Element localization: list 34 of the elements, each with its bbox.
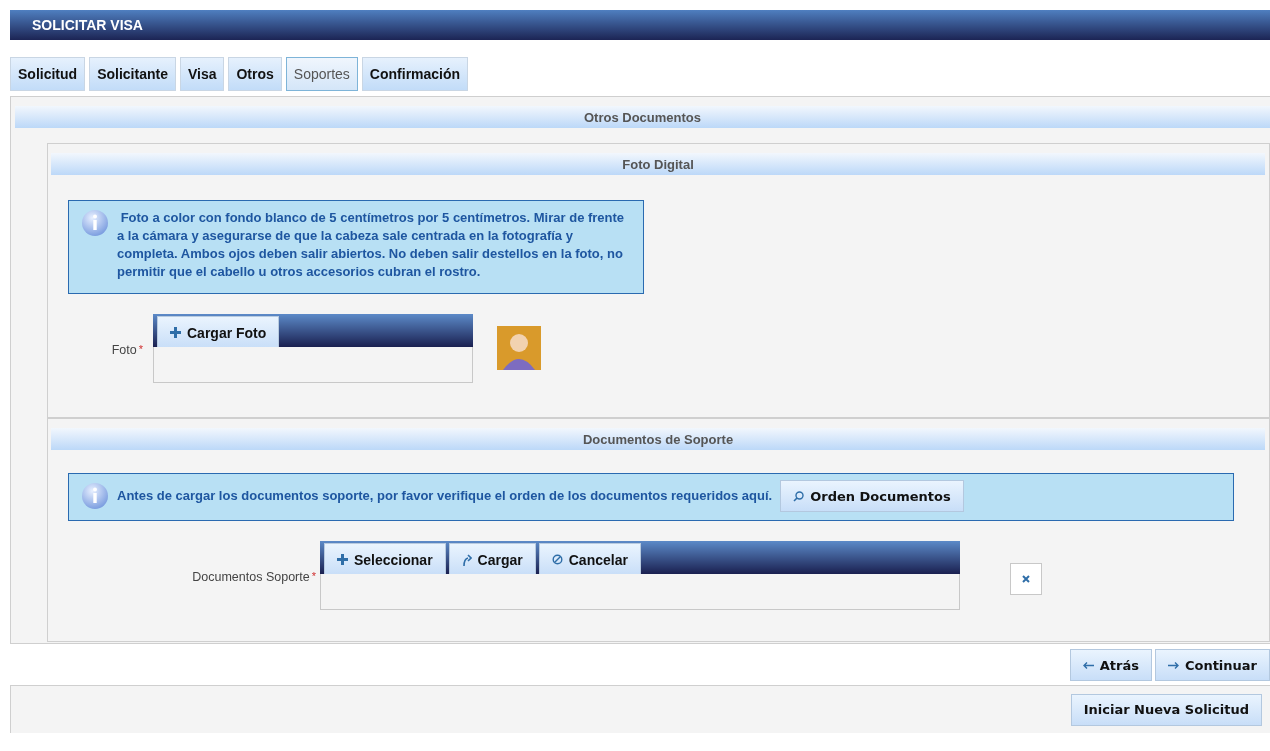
nav-button[interactable]: Continuar: [1154, 649, 1270, 681]
field-label: Documentos Soporte *: [191, 570, 316, 584]
upload-button[interactable]: Seleccionar: [324, 543, 446, 576]
avatar-placeholder: [497, 326, 541, 370]
left-arrow-icon: [1082, 661, 1094, 669]
right-arrow-icon: [1167, 661, 1179, 669]
curved-arrow-icon: [461, 553, 472, 566]
tab[interactable]: Solicitud: [10, 57, 86, 91]
upload-button[interactable]: Cargar Foto: [157, 316, 280, 349]
tab[interactable]: Confirmación: [361, 57, 469, 91]
tab[interactable]: Otros: [228, 57, 282, 91]
info-text: Antes de cargar los documentos soporte, por favor verifique el orden de los documentos requeridos aquí.: [117, 487, 773, 505]
tab[interactable]: Soportes: [285, 57, 358, 91]
section-header: Foto Digital: [51, 153, 1265, 175]
cancel-icon: [551, 554, 563, 565]
search-icon: [793, 490, 805, 502]
upload-button[interactable]: Cargar: [448, 543, 536, 576]
info-icon: [81, 209, 109, 237]
tab[interactable]: Solicitante: [89, 57, 176, 91]
new-application-button[interactable]: Iniciar Nueva Solicitud: [1070, 693, 1262, 726]
order-documents-button[interactable]: Orden Documentos: [780, 480, 964, 512]
remove-button[interactable]: [1010, 563, 1042, 595]
info-icon: [81, 482, 109, 510]
page-header: SOLICITAR VISA: [10, 10, 1270, 40]
upload-button[interactable]: Cancelar: [538, 543, 641, 576]
section-header: Otros Documentos: [15, 106, 1270, 128]
field-label: Foto *: [110, 343, 143, 357]
plus-icon: [170, 327, 181, 338]
tab[interactable]: Visa: [179, 57, 225, 91]
nav-button[interactable]: Atrás: [1069, 649, 1152, 681]
plus-icon: [337, 554, 348, 565]
section-header: Documentos de Soporte: [51, 428, 1265, 450]
close-icon: [1022, 575, 1030, 583]
info-text: Foto a color con fondo blanco de 5 centímetros por 5 centímetros. Mirar de frente a la cámara y asegurarse de que la cabeza sale centrada en la fotografía y completa. Ambos ojos deben salir abiertos. No deben salir destellos en la foto, no permitir que el cabello u otros accesorios cubran el rostro.: [117, 209, 626, 281]
